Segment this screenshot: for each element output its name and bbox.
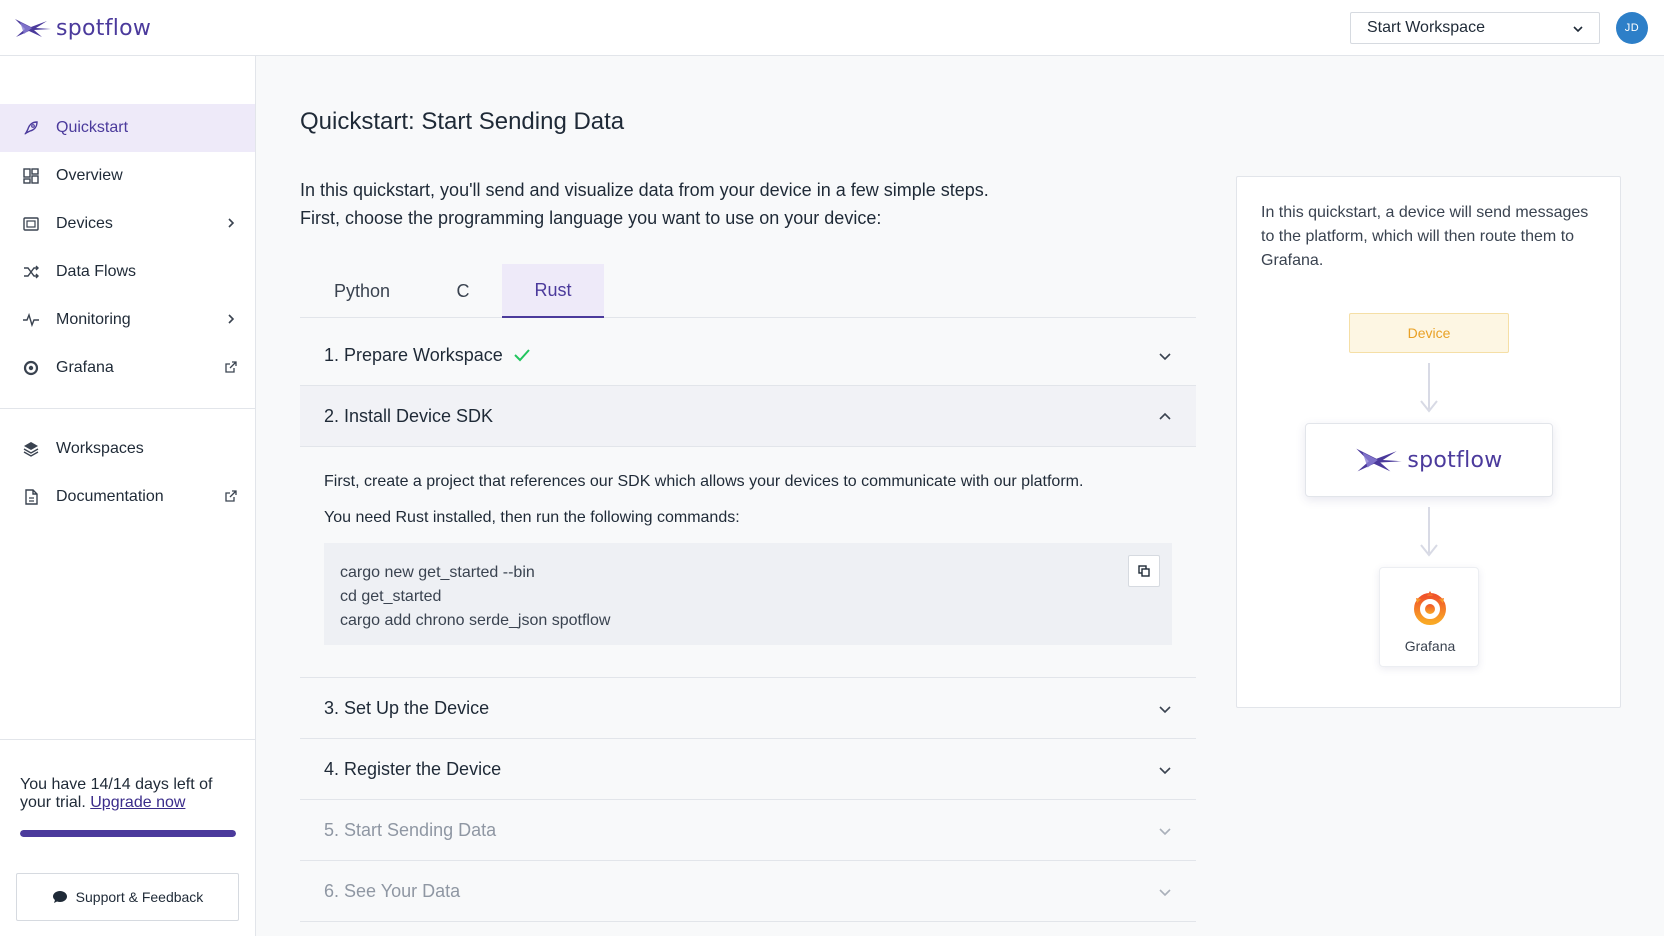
step-2-paragraph-2: You need Rust installed, then run the fo…: [324, 509, 740, 526]
top-header: spotflow Start Workspace JD: [0, 0, 1664, 56]
flow-description: In this quickstart, a device will send m…: [1261, 204, 1589, 269]
workspace-select-value: Start Workspace: [1367, 19, 1485, 36]
sidebar-item-overview[interactable]: Overview: [0, 152, 255, 200]
chat-bubble-icon: [52, 891, 67, 903]
external-link-icon: [225, 361, 237, 373]
code-line: cd get_started: [340, 588, 442, 605]
tab-rust[interactable]: Rust: [502, 264, 604, 318]
step-2-paragraph-1: First, create a project that references …: [324, 473, 1084, 490]
intro-text: In this quickstart, you'll send and visu…: [300, 176, 1200, 232]
sidebar-item-label: Data Flows: [56, 263, 137, 280]
layers-icon: [23, 442, 39, 457]
code-block: cargo new get_started --bin cd get_start…: [324, 543, 1172, 645]
trial-progress-fill: [20, 830, 236, 837]
tab-python[interactable]: Python: [300, 264, 424, 318]
platform-logo-text: spotflow: [1407, 447, 1503, 473]
code-line: cargo add chrono serde_json spotflow: [340, 612, 611, 629]
step-label: 1. Prepare Workspace: [324, 344, 503, 365]
sidebar-item-label: Overview: [56, 167, 123, 184]
chevron-down-icon: [1159, 767, 1171, 775]
rocket-icon: [24, 121, 38, 135]
sidebar-item-documentation[interactable]: Documentation: [0, 473, 255, 521]
spotflow-logo-icon: [15, 19, 51, 37]
step-register-device[interactable]: 4. Register the Device: [300, 739, 1196, 800]
logo-text: spotflow: [56, 15, 152, 41]
external-link-icon: [225, 490, 237, 502]
chevron-down-icon: [1159, 353, 1171, 361]
copy-button[interactable]: [1128, 555, 1160, 587]
sidebar-divider: [0, 739, 255, 740]
support-label: Support & Feedback: [75, 889, 204, 905]
grafana-icon: [23, 360, 39, 376]
tab-c[interactable]: C: [424, 264, 502, 318]
step-label: 3. Set Up the Device: [324, 697, 490, 718]
trial-notice: You have 14/14 days left of your trial. …: [20, 776, 240, 812]
chevron-right-icon: [228, 314, 235, 324]
device-icon: [23, 217, 39, 231]
sidebar-item-devices[interactable]: Devices: [0, 200, 255, 248]
chevron-up-icon: [1159, 412, 1171, 420]
code-line: cargo new get_started --bin: [340, 564, 535, 581]
support-feedback-button[interactable]: Support & Feedback: [16, 873, 239, 921]
step-start-sending-data[interactable]: 5. Start Sending Data: [300, 800, 1196, 861]
step-label: 4. Register the Device: [324, 758, 502, 779]
chevron-down-icon: [1159, 706, 1171, 714]
chevron-right-icon: [228, 218, 235, 228]
sidebar: Quickstart Overview Devices Data Flows M…: [0, 56, 256, 936]
step-install-device-sdk[interactable]: 2. Install Device SDK: [300, 386, 1196, 447]
grafana-label: Grafana: [1404, 638, 1456, 654]
sidebar-item-label: Grafana: [56, 359, 114, 376]
step-label: 5. Start Sending Data: [324, 819, 497, 840]
spotflow-logo[interactable]: spotflow: [14, 14, 151, 42]
grafana-logo-icon: [1414, 591, 1446, 625]
sidebar-item-label: Monitoring: [56, 311, 131, 328]
flow-diagram-panel: In this quickstart, a device will send m…: [1236, 176, 1621, 708]
sidebar-item-monitoring[interactable]: Monitoring: [0, 296, 255, 344]
grafana-node: Grafana: [1379, 567, 1479, 667]
step-2-content: First, create a project that references …: [300, 447, 1196, 678]
sidebar-item-quickstart[interactable]: Quickstart: [0, 104, 255, 152]
step-prepare-workspace[interactable]: 1. Prepare Workspace: [300, 325, 1196, 386]
spotflow-logo-icon: [1356, 448, 1403, 472]
trial-progress-bar: [20, 830, 236, 837]
check-icon: [514, 349, 530, 362]
pulse-icon: [23, 312, 39, 328]
upgrade-link[interactable]: Upgrade now: [90, 794, 185, 811]
workspace-select[interactable]: Start Workspace: [1350, 12, 1600, 44]
chevron-down-icon: [1573, 26, 1583, 33]
step-label: 2. Install Device SDK: [324, 405, 494, 426]
sidebar-item-label: Devices: [56, 215, 113, 232]
sidebar-item-data-flows[interactable]: Data Flows: [0, 248, 255, 296]
shuffle-icon: [24, 265, 39, 279]
sidebar-item-workspaces[interactable]: Workspaces: [0, 425, 255, 473]
document-icon: [25, 489, 38, 505]
copy-icon: [1138, 565, 1150, 577]
intro-line-1: In this quickstart, you'll send and visu…: [300, 180, 989, 200]
step-see-your-data[interactable]: 6. See Your Data: [300, 861, 1196, 922]
page-title: Quickstart: Start Sending Data: [300, 108, 625, 135]
step-set-up-device[interactable]: 3. Set Up the Device: [300, 678, 1196, 739]
sidebar-divider: [0, 408, 255, 409]
arrow-down-icon: [1420, 400, 1438, 413]
intro-line-2: First, choose the programming language y…: [300, 208, 882, 228]
sidebar-item-grafana[interactable]: Grafana: [0, 344, 255, 392]
sidebar-item-label: Workspaces: [56, 440, 144, 457]
language-tabs: Python C Rust: [300, 264, 1196, 318]
sidebar-item-label: Quickstart: [56, 119, 129, 136]
user-avatar[interactable]: JD: [1616, 12, 1648, 44]
platform-node: spotflow: [1305, 423, 1553, 497]
sidebar-item-label: Documentation: [56, 488, 164, 505]
device-node: Device: [1349, 313, 1509, 353]
step-label: 6. See Your Data: [324, 880, 461, 901]
dashboard-icon: [23, 168, 39, 184]
arrow-down-icon: [1420, 544, 1438, 557]
chevron-down-icon: [1159, 889, 1171, 897]
chevron-down-icon: [1159, 828, 1171, 836]
